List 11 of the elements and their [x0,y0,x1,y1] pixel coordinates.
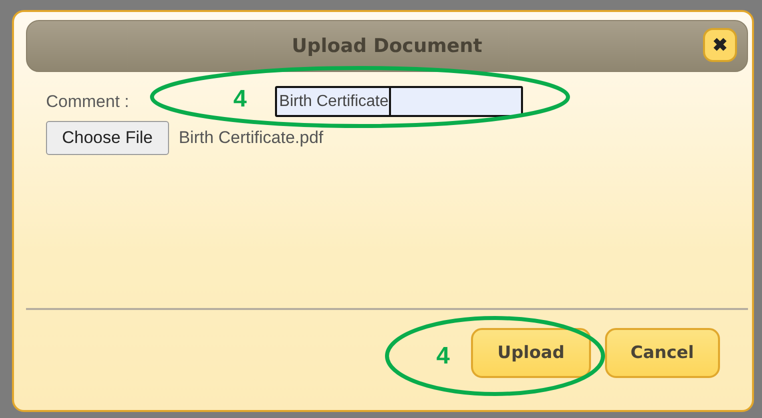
file-name: Birth Certificate.pdf [178,128,324,148]
dialog-title: Upload Document [292,35,482,57]
annotation-number: 4 [436,342,450,370]
dialog-button[interactable]: Upload [471,328,591,378]
comment-field[interactable]: Birth Certificate [275,86,524,117]
dialog-button[interactable]: Cancel [604,328,720,378]
choose-file-button[interactable]: Choose File [46,121,169,155]
comment-label: Comment : [46,92,130,112]
text-cursor [388,88,391,115]
annotation-number: 4 [233,85,247,112]
close-button[interactable]: ✖ [703,28,737,62]
